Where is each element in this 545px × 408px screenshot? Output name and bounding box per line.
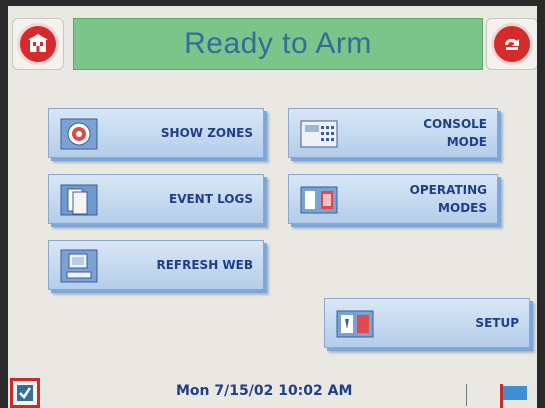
page-title: Ready to Arm <box>184 27 372 60</box>
target-icon <box>59 114 99 154</box>
checkbox-icon[interactable] <box>10 378 40 408</box>
console-mode-button[interactable]: CONSOLE MODE <box>288 108 498 158</box>
back-icon <box>491 23 533 65</box>
setup-label: SETUP <box>475 316 519 330</box>
back-button[interactable] <box>486 18 537 70</box>
console-mode-label: CONSOLE MODE <box>423 117 487 149</box>
refresh-web-label: REFRESH WEB <box>156 258 253 272</box>
event-logs-label: EVENT LOGS <box>169 192 253 206</box>
event-logs-button[interactable]: EVENT LOGS <box>48 174 264 224</box>
computer-icon <box>59 246 99 286</box>
show-zones-button[interactable]: SHOW ZONES <box>48 108 264 158</box>
status-title-bar: Ready to Arm <box>73 18 483 70</box>
log-pages-icon <box>59 180 99 220</box>
header: Ready to Arm <box>8 6 537 78</box>
touch-screen: Ready to Arm SHOW ZONES CONSOLE MODE EVE… <box>8 6 537 408</box>
refresh-web-button[interactable]: REFRESH WEB <box>48 240 264 290</box>
status-bar: Mon 7/15/02 10:02 AM <box>8 374 537 408</box>
flag-icon[interactable] <box>496 382 530 408</box>
setup-button[interactable]: SETUP <box>324 298 530 348</box>
date-time: Mon 7/15/02 10:02 AM <box>176 383 353 399</box>
status-divider <box>466 384 467 406</box>
show-zones-label: SHOW ZONES <box>160 126 253 140</box>
mode-switch-icon <box>299 180 339 220</box>
home-button[interactable] <box>12 18 64 70</box>
setup-icon <box>335 304 375 344</box>
operating-modes-label: OPERATING MODES <box>409 183 487 215</box>
operating-modes-button[interactable]: OPERATING MODES <box>288 174 498 224</box>
keypad-icon <box>299 114 339 154</box>
home-icon <box>17 23 59 65</box>
